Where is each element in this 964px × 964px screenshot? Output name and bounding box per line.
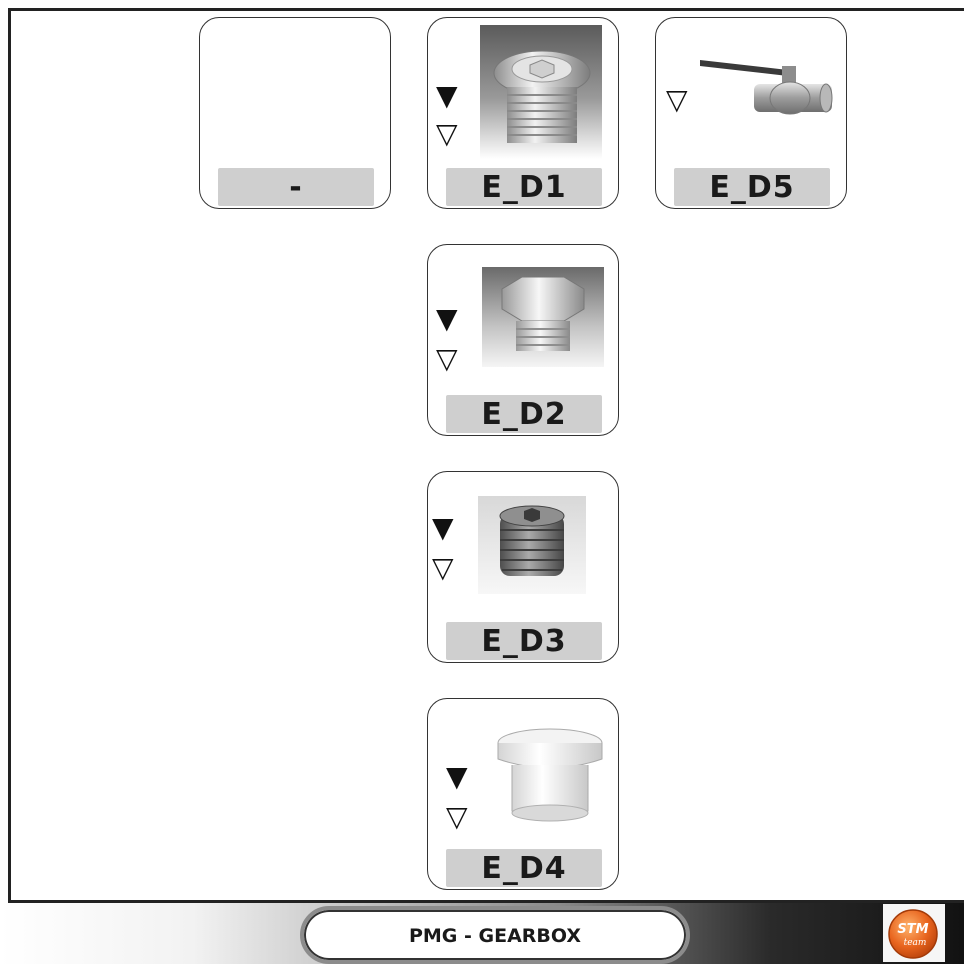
outline-down-triangle-icon[interactable]: ▽ — [436, 120, 458, 148]
hex-socket-plug-image — [480, 25, 602, 159]
card-e-d1[interactable]: ▼ ▽ E_D1 — [427, 17, 619, 209]
svg-text:team: team — [904, 938, 927, 948]
filled-down-triangle-icon[interactable]: ▼ — [436, 82, 458, 110]
card-label: E_D1 — [446, 168, 602, 206]
plastic-cap-plug-image — [490, 721, 610, 833]
svg-text:STM: STM — [897, 922, 928, 937]
outline-down-triangle-icon[interactable]: ▽ — [432, 554, 454, 582]
card-label: E_D4 — [446, 849, 602, 887]
filled-down-triangle-icon[interactable]: ▼ — [432, 514, 454, 542]
outline-down-triangle-icon[interactable]: ▽ — [446, 803, 468, 831]
card-label: E_D5 — [674, 168, 830, 206]
stm-team-logo[interactable]: STM team — [883, 904, 945, 962]
card-e-d5[interactable]: ▽ E_D5 — [655, 17, 847, 209]
card-e-d2[interactable]: ▼ ▽ E_D2 — [427, 244, 619, 436]
filled-down-triangle-icon[interactable]: ▼ — [436, 305, 458, 333]
page-title: PMG - GEARBOX — [300, 906, 690, 964]
outline-down-triangle-icon[interactable]: ▽ — [436, 345, 458, 373]
filled-down-triangle-icon[interactable]: ▼ — [446, 763, 468, 791]
ball-valve-image — [696, 48, 836, 128]
card-e-d3[interactable]: ▼ ▽ E_D3 — [427, 471, 619, 663]
card-label: - — [218, 168, 374, 206]
hex-head-plug-image — [482, 267, 604, 367]
card-label: E_D2 — [446, 395, 602, 433]
threaded-plug-image — [478, 496, 586, 594]
card-empty[interactable]: - — [199, 17, 391, 209]
card-e-d4[interactable]: ▼ ▽ E_D4 — [427, 698, 619, 890]
card-label: E_D3 — [446, 622, 602, 660]
outline-down-triangle-icon[interactable]: ▽ — [666, 86, 688, 114]
footer-divider — [8, 900, 964, 903]
